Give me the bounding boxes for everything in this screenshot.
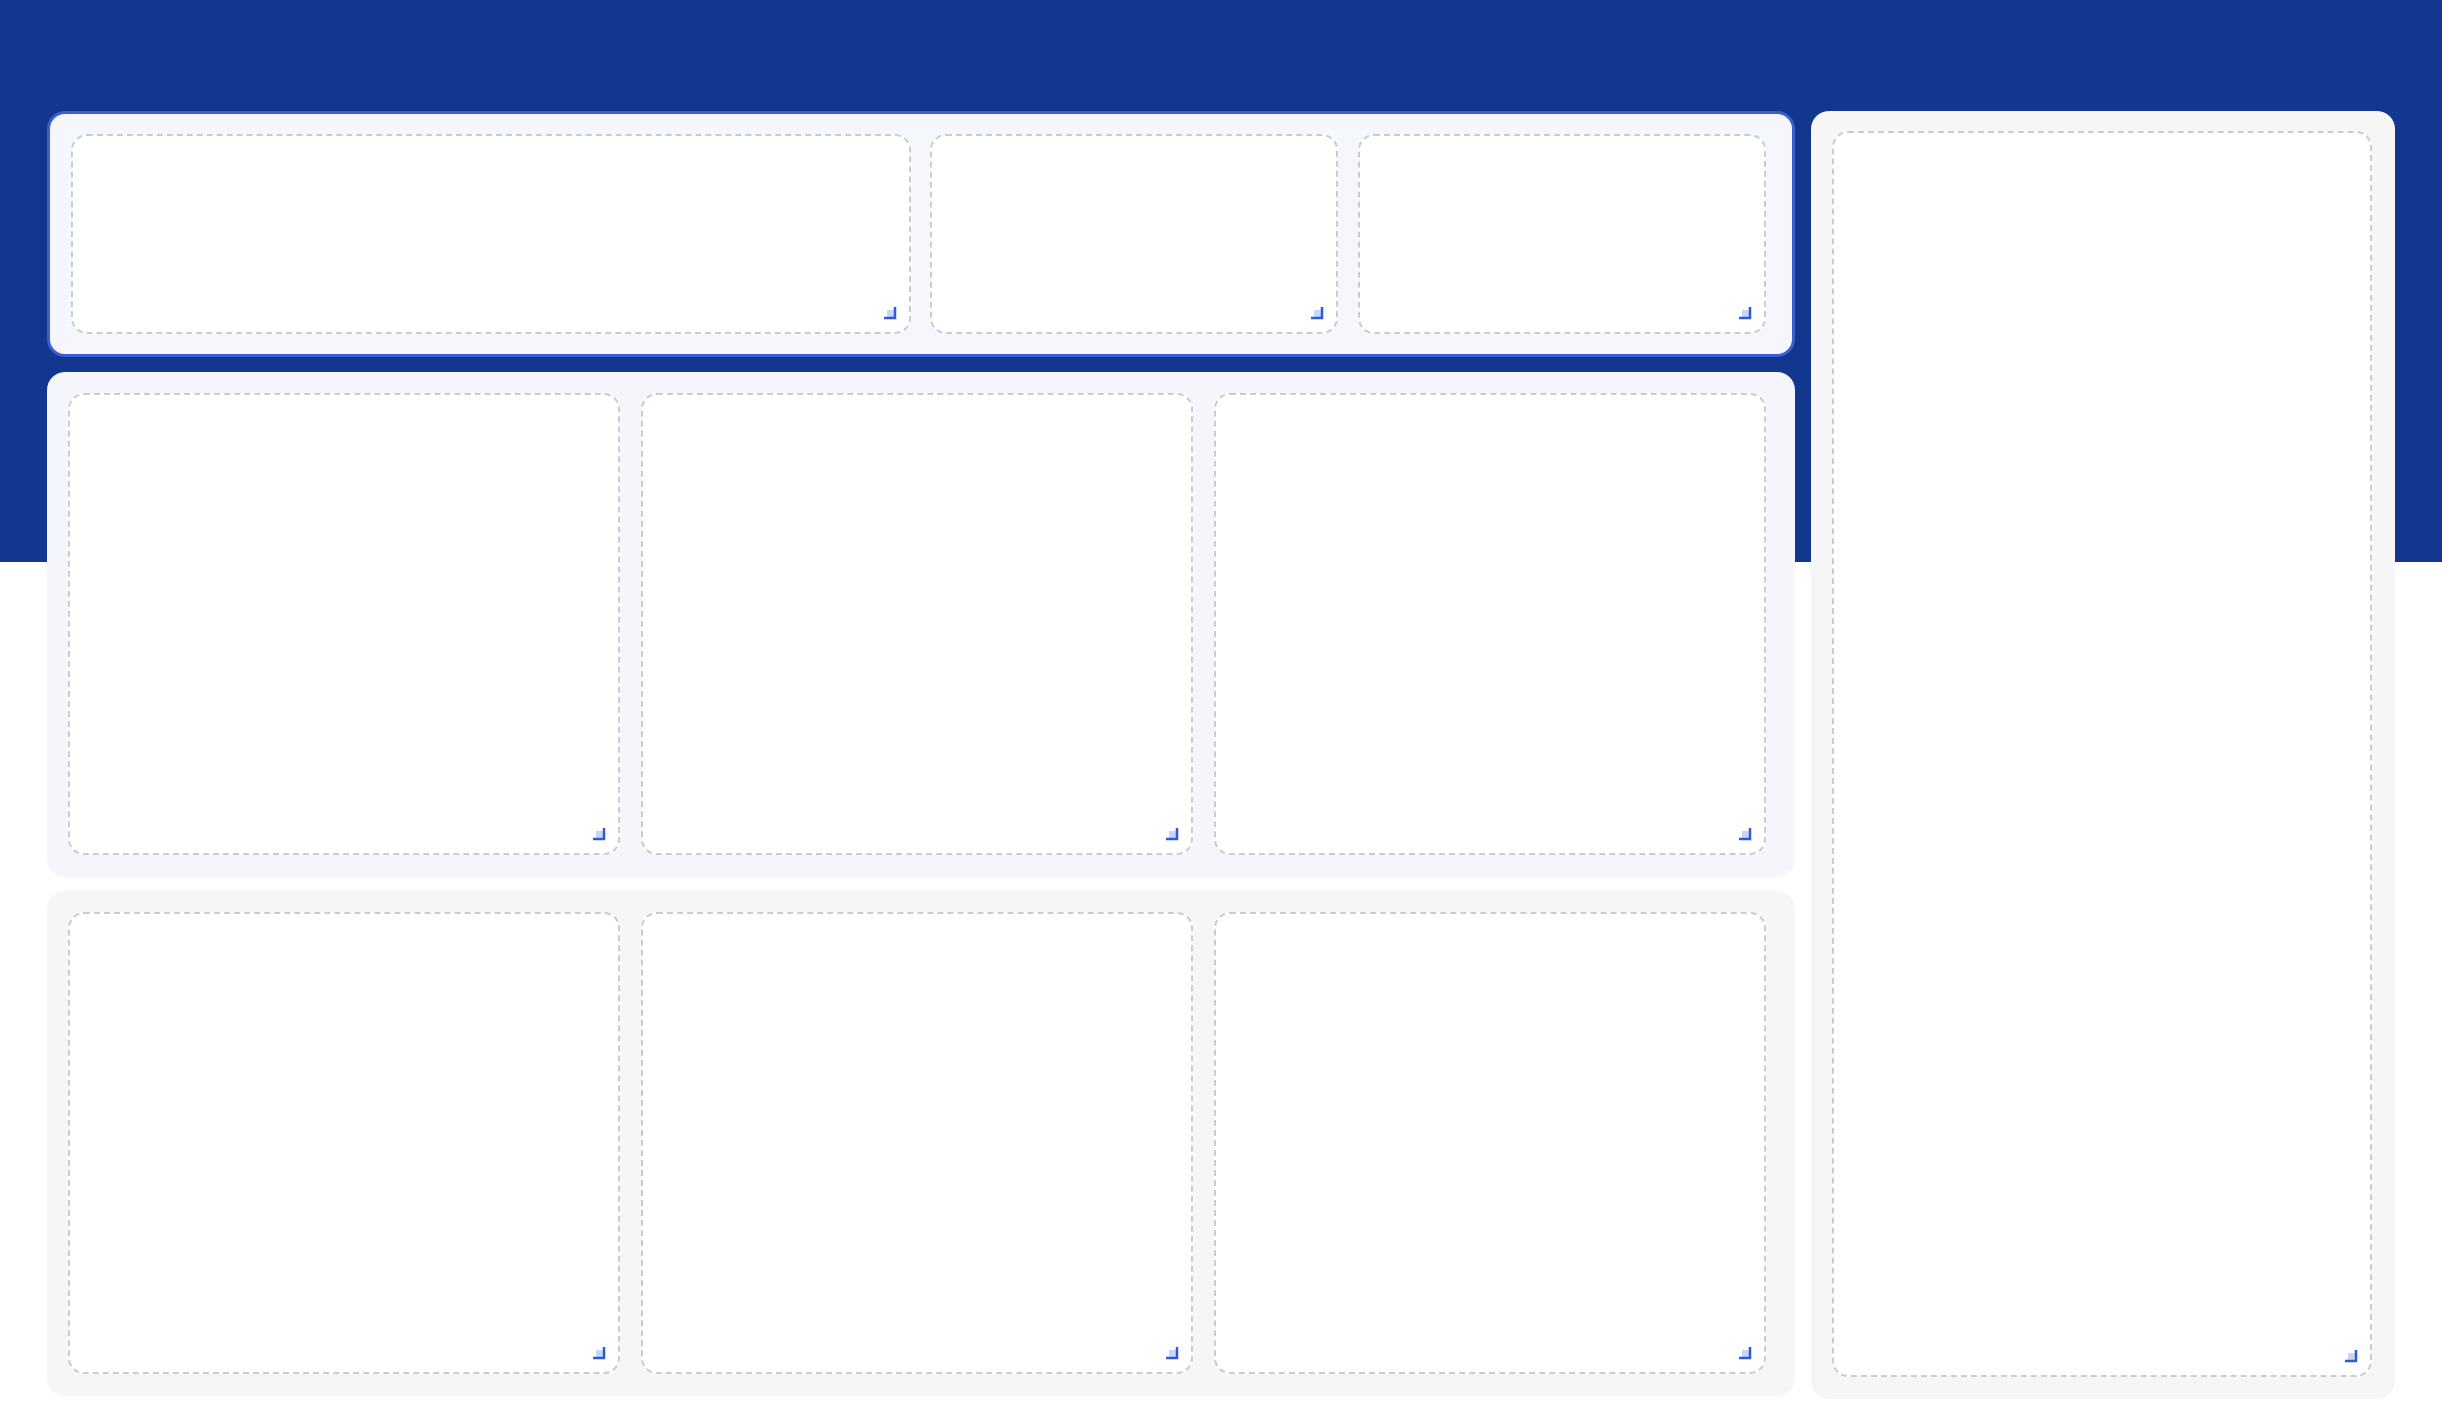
layout-section-top[interactable]: [47, 111, 1795, 357]
resize-handle-icon[interactable]: [1738, 827, 1752, 841]
widget-slot[interactable]: [68, 912, 620, 1374]
widget-slot[interactable]: [641, 393, 1193, 855]
widget-slot[interactable]: [71, 134, 911, 334]
resize-handle-icon[interactable]: [592, 827, 606, 841]
resize-handle-icon[interactable]: [1165, 1346, 1179, 1360]
layout-section-middle[interactable]: [47, 372, 1795, 877]
widget-slot[interactable]: [68, 393, 620, 855]
resize-handle-icon[interactable]: [2344, 1349, 2358, 1363]
widget-slot[interactable]: [930, 134, 1338, 334]
layout-section-bottom[interactable]: [47, 891, 1795, 1396]
widget-slot[interactable]: [641, 912, 1193, 1374]
resize-handle-icon[interactable]: [1738, 306, 1752, 320]
widget-slot[interactable]: [1358, 134, 1766, 334]
widget-slot[interactable]: [1214, 393, 1766, 855]
resize-handle-icon[interactable]: [592, 1346, 606, 1360]
resize-handle-icon[interactable]: [1310, 306, 1324, 320]
resize-handle-icon[interactable]: [1738, 1346, 1752, 1360]
widget-slot[interactable]: [1214, 912, 1766, 1374]
resize-handle-icon[interactable]: [883, 306, 897, 320]
widget-slot[interactable]: [1832, 131, 2372, 1377]
layout-section-sidebar[interactable]: [1811, 111, 2395, 1399]
resize-handle-icon[interactable]: [1165, 827, 1179, 841]
